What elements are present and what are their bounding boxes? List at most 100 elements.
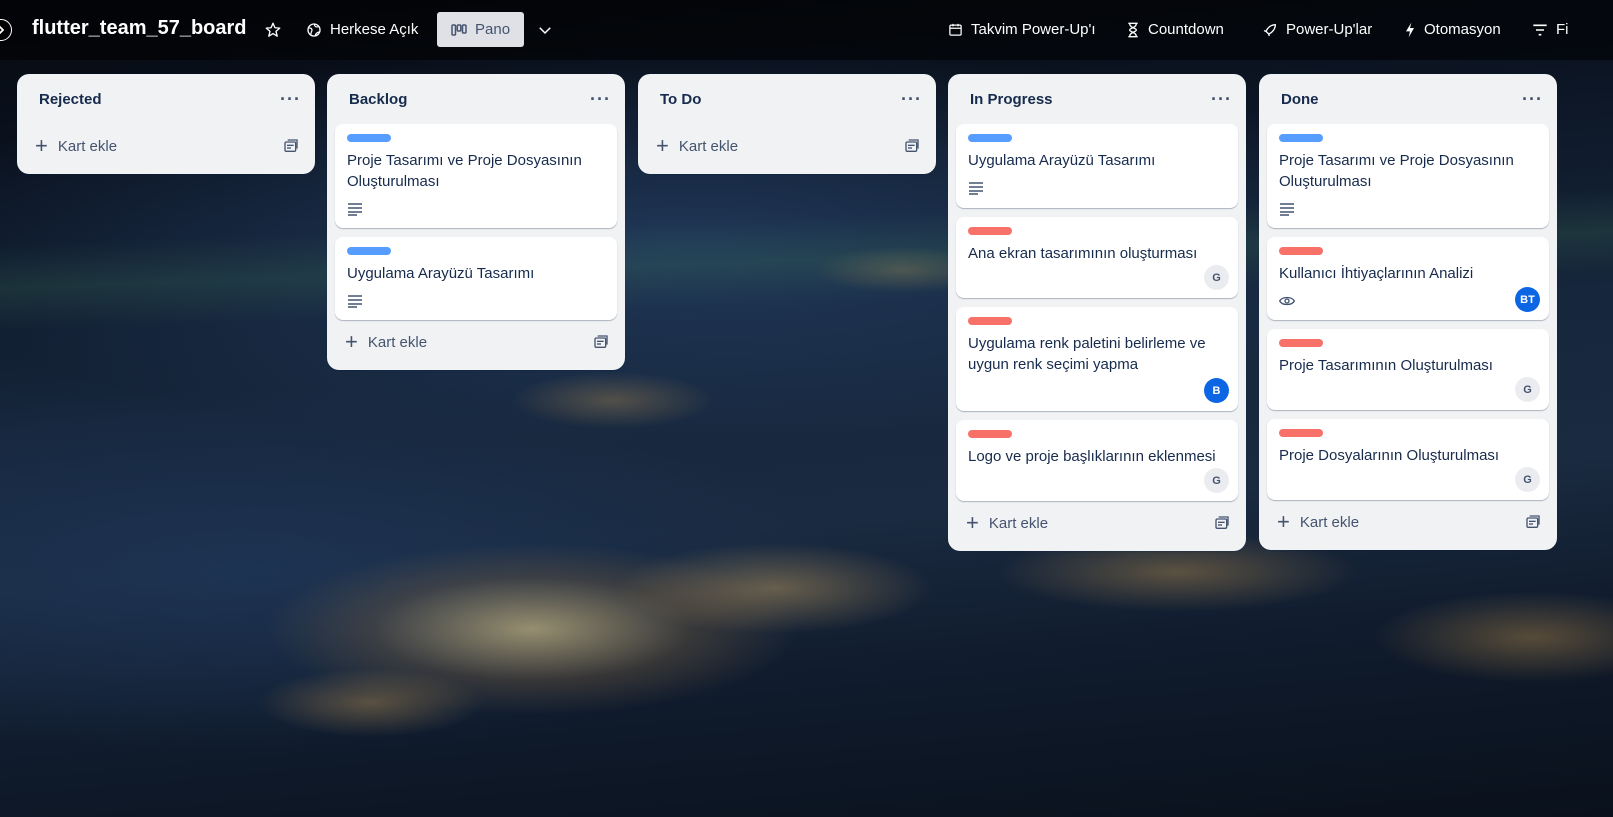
card-label-blue[interactable]: [1279, 134, 1323, 142]
globe-icon: [307, 22, 321, 37]
list-footer: + Kart ekle: [1267, 500, 1549, 544]
list-title[interactable]: In Progress: [970, 91, 1053, 108]
card-badges: [1279, 200, 1537, 218]
lightning-icon: [1406, 22, 1414, 37]
card-label-red[interactable]: [968, 227, 1012, 235]
powerups-button[interactable]: Power-Up'lar: [1256, 12, 1378, 47]
list-header: In Progress ···: [956, 74, 1238, 124]
card-title: Ana ekran tasarımının oluşturması: [968, 245, 1198, 262]
list-actions-button[interactable]: ···: [1522, 89, 1543, 110]
member-avatar[interactable]: G: [1204, 468, 1229, 493]
visibility-label: Herkese Açık: [330, 21, 419, 38]
add-card-label: Kart ekle: [678, 137, 739, 155]
board-header: flutter_team_57_board Herkese Açık Pano …: [0, 0, 1613, 60]
create-from-template-icon[interactable]: [1525, 514, 1541, 530]
countdown-button[interactable]: Countdown: [1120, 12, 1230, 47]
add-card-button[interactable]: + Kart ekle: [345, 331, 427, 353]
member-avatar[interactable]: G: [1515, 467, 1540, 492]
card[interactable]: Logo ve proje başlıklarının eklenmesi G: [956, 420, 1238, 501]
list-footer: + Kart ekle: [25, 124, 307, 168]
view-switcher-button[interactable]: [530, 12, 560, 47]
card[interactable]: Uygulama Arayüzü Tasarımı: [335, 237, 617, 320]
card-label-blue[interactable]: [347, 247, 391, 255]
plus-icon: +: [1277, 509, 1290, 534]
member-avatar[interactable]: G: [1204, 265, 1229, 290]
automation-button[interactable]: Otomasyon: [1398, 12, 1507, 47]
card[interactable]: Uygulama Arayüzü Tasarımı: [956, 124, 1238, 208]
description-icon: [1280, 203, 1294, 216]
card-title: Proje Tasarımı ve Proje Dosyasının Oluşt…: [1279, 152, 1514, 190]
create-from-template-icon[interactable]: [593, 334, 609, 350]
add-card-button[interactable]: + Kart ekle: [35, 135, 117, 157]
card-badges: [347, 200, 605, 218]
member-avatar[interactable]: B: [1204, 378, 1229, 403]
card-label-red[interactable]: [1279, 247, 1323, 255]
card-label-red[interactable]: [968, 317, 1012, 325]
list-footer: + Kart ekle: [956, 501, 1238, 545]
plus-icon: +: [966, 510, 979, 535]
card-title: Uygulama Arayüzü Tasarımı: [968, 152, 1156, 169]
list-in-progress: In Progress ··· Uygulama Arayüzü Tasarım…: [948, 74, 1246, 551]
description-icon: [969, 182, 983, 195]
card-label-blue[interactable]: [968, 134, 1012, 142]
member-avatar[interactable]: G: [1515, 377, 1540, 402]
create-from-template-icon[interactable]: [1214, 515, 1230, 531]
card-list: Proje Tasarımı ve Proje Dosyasının Oluşt…: [1267, 124, 1549, 500]
card-list: Proje Tasarımı ve Proje Dosyasının Oluşt…: [335, 124, 617, 320]
card-title: Proje Tasarımının Oluşturulması: [1279, 357, 1493, 374]
filter-button[interactable]: Fi: [1526, 12, 1575, 47]
list-rejected: Rejected ··· + Kart ekle: [17, 74, 315, 174]
card[interactable]: Uygulama renk paletini belirleme ve uygu…: [956, 307, 1238, 411]
board-view-button[interactable]: Pano: [437, 12, 525, 47]
list-header: Done ···: [1267, 74, 1549, 124]
card[interactable]: Proje Tasarımının Oluşturulması G: [1267, 329, 1549, 410]
automation-label: Otomasyon: [1424, 21, 1501, 38]
add-card-label: Kart ekle: [988, 514, 1049, 532]
visibility-button[interactable]: Herkese Açık: [300, 12, 424, 47]
add-card-button[interactable]: + Kart ekle: [656, 135, 738, 157]
add-card-button[interactable]: + Kart ekle: [1277, 511, 1359, 533]
card[interactable]: Proje Tasarımı ve Proje Dosyasının Oluşt…: [335, 124, 617, 228]
list-title[interactable]: Rejected: [39, 91, 102, 108]
list-actions-button[interactable]: ···: [590, 89, 611, 110]
create-from-template-icon[interactable]: [904, 138, 920, 154]
plus-icon: +: [656, 133, 669, 158]
card-label-red[interactable]: [968, 430, 1012, 438]
card-label-red[interactable]: [1279, 339, 1323, 347]
plus-icon: +: [345, 329, 358, 354]
board-title[interactable]: flutter_team_57_board: [32, 17, 247, 40]
plus-icon: +: [35, 133, 48, 158]
list-actions-button[interactable]: ···: [280, 89, 301, 110]
list-title[interactable]: To Do: [660, 91, 701, 108]
filter-label: Fi: [1556, 21, 1569, 38]
watch-eye-icon: [1279, 296, 1295, 306]
list-footer: + Kart ekle: [646, 124, 928, 168]
card-title: Uygulama Arayüzü Tasarımı: [347, 265, 535, 282]
member-avatar[interactable]: BT: [1515, 287, 1540, 312]
list-title[interactable]: Backlog: [349, 91, 407, 108]
calendar-powerup-button[interactable]: Takvim Power-Up'ı: [942, 12, 1102, 47]
description-icon: [348, 295, 362, 308]
card-title: Proje Tasarımı ve Proje Dosyasının Oluşt…: [347, 152, 582, 190]
card[interactable]: Kullanıcı İhtiyaçlarının Analizi BT: [1267, 237, 1549, 320]
add-card-label: Kart ekle: [57, 137, 118, 155]
card[interactable]: Proje Dosyalarının Oluşturulması G: [1267, 419, 1549, 500]
card-title: Kullanıcı İhtiyaçlarının Analizi: [1279, 265, 1474, 282]
card[interactable]: Ana ekran tasarımının oluşturması G: [956, 217, 1238, 298]
board-view-label: Pano: [475, 21, 511, 38]
list-title[interactable]: Done: [1281, 91, 1319, 108]
card[interactable]: Proje Tasarımı ve Proje Dosyasının Oluşt…: [1267, 124, 1549, 228]
card-label-red[interactable]: [1279, 429, 1323, 437]
rocket-icon: [1263, 23, 1276, 36]
create-from-template-icon[interactable]: [283, 138, 299, 154]
powerups-label: Power-Up'lar: [1286, 21, 1373, 38]
list-actions-button[interactable]: ···: [1211, 89, 1232, 110]
list-footer: + Kart ekle: [335, 320, 617, 364]
list-header: To Do ···: [646, 74, 928, 124]
chevron-down-icon: [539, 26, 551, 34]
expand-sidebar-button[interactable]: [0, 19, 12, 41]
star-board-button[interactable]: [258, 12, 288, 47]
card-label-blue[interactable]: [347, 134, 391, 142]
add-card-button[interactable]: + Kart ekle: [966, 512, 1048, 534]
list-actions-button[interactable]: ···: [901, 89, 922, 110]
